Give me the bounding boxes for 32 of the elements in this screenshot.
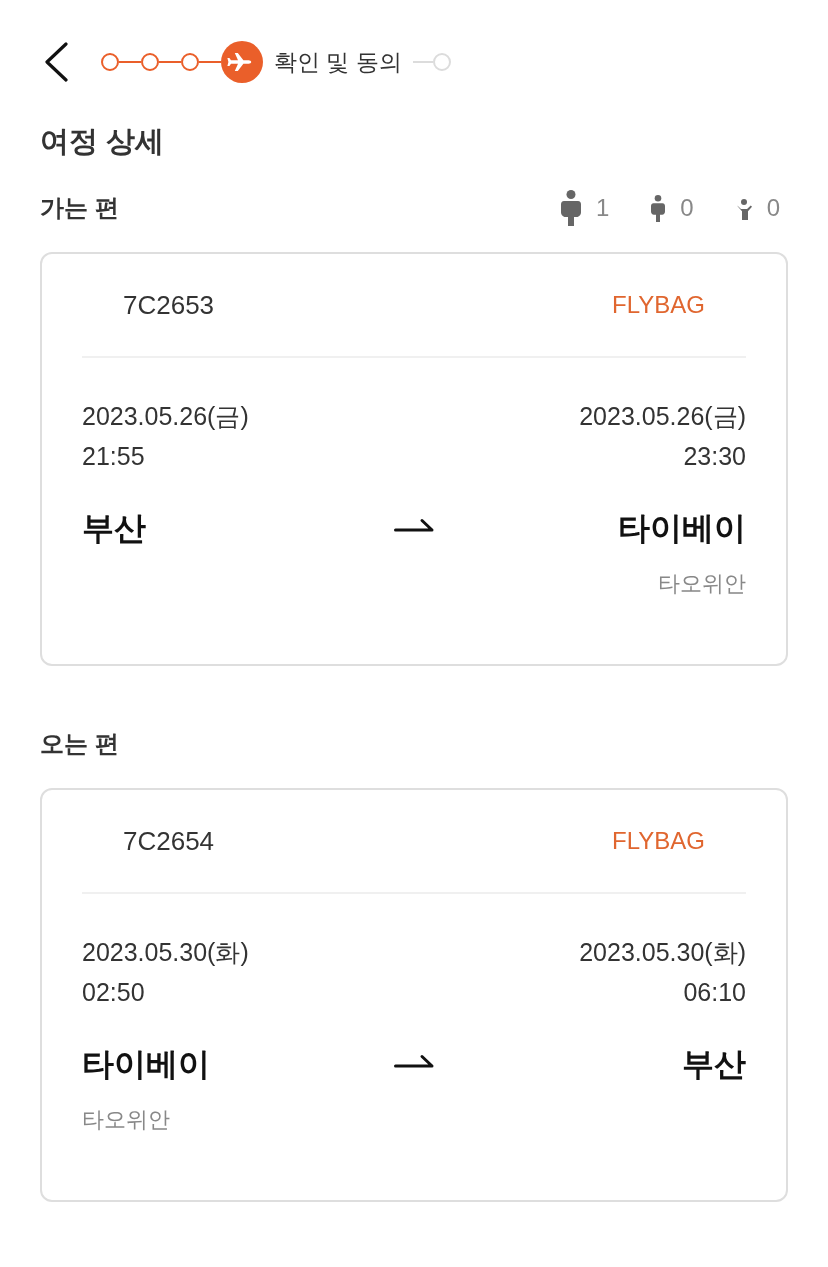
- departure-time: 02:50: [82, 977, 145, 1008]
- arrival-city: 부산: [682, 1045, 746, 1084]
- step-connector: [412, 61, 433, 63]
- departure-time: 21:55: [82, 441, 145, 472]
- flight-number: 7C2654: [123, 825, 215, 858]
- section-title: 가는 편: [40, 193, 119, 223]
- departure-date: 2023.05.26(금): [82, 401, 249, 432]
- passenger-count: 1: [595, 194, 610, 222]
- step-connector: [119, 61, 141, 63]
- adult-icon: [560, 190, 581, 226]
- page-title: 여정 상세: [40, 124, 166, 159]
- fare-type: FLYBAG: [612, 290, 705, 320]
- passenger-count: 0: [766, 194, 780, 222]
- arrival-date: 2023.05.26(금): [579, 401, 746, 432]
- step-connector: [199, 61, 221, 63]
- arrival-time: 23:30: [683, 441, 746, 472]
- section-title: 오는 편: [40, 729, 119, 759]
- child-icon: [651, 194, 666, 222]
- departure-airport: 타오위안: [82, 1106, 170, 1134]
- departure-date: 2023.05.30(화): [82, 937, 249, 968]
- step-connector: [159, 61, 181, 63]
- step-label: 확인 및 동의: [274, 47, 402, 77]
- fare-type: FLYBAG: [612, 826, 705, 856]
- arrival-time: 06:10: [683, 977, 746, 1008]
- flight-number: 7C2653: [123, 289, 215, 322]
- departure-city: 부산: [82, 509, 146, 548]
- passenger-count: 0: [680, 194, 694, 222]
- arrival-city: 타이베이: [618, 509, 746, 548]
- back-icon[interactable]: [43, 42, 69, 82]
- arrival-date: 2023.05.30(화): [579, 937, 746, 968]
- departure-city: 타이베이: [82, 1045, 210, 1084]
- arrival-airport: 타오위안: [658, 570, 746, 598]
